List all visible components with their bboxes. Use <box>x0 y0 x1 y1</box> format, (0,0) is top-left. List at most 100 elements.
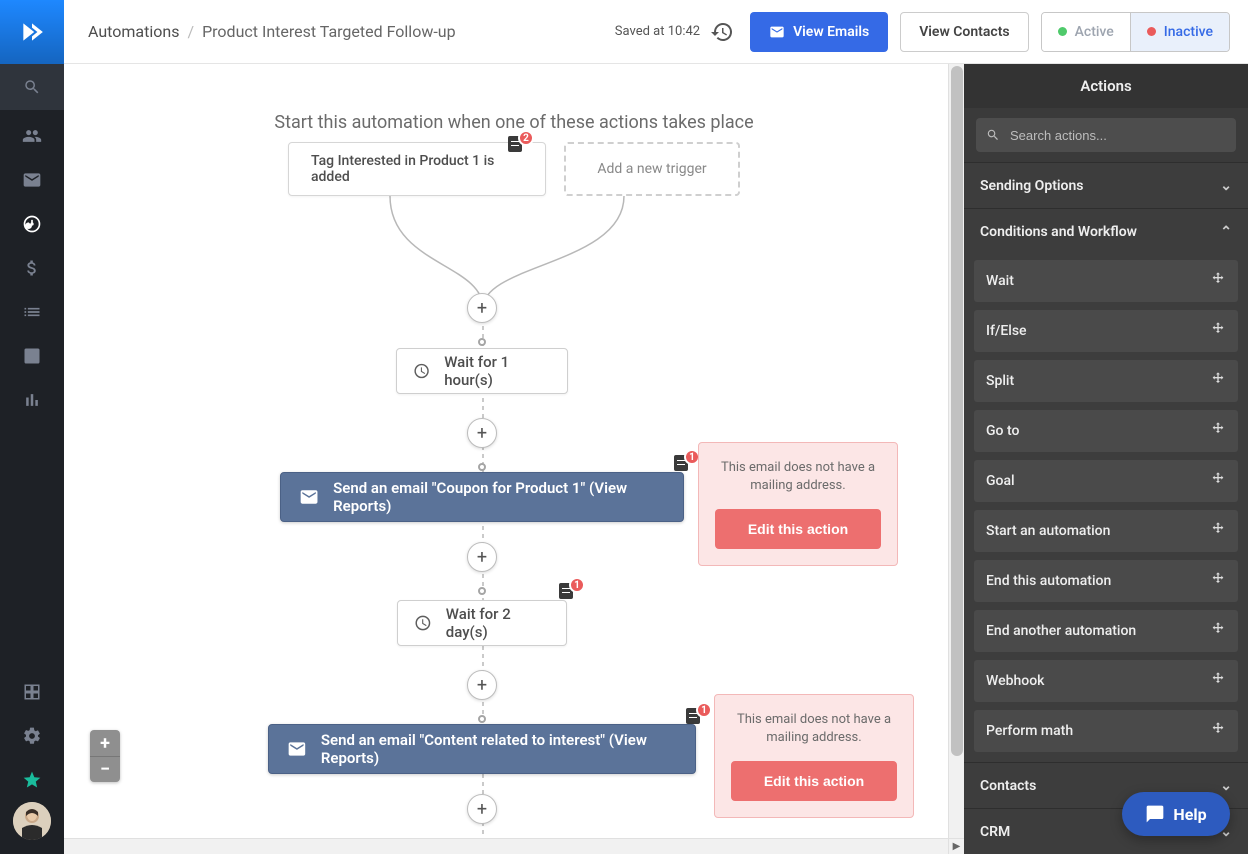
scrollbar-thumb[interactable] <box>951 66 963 756</box>
add-step-button[interactable]: + <box>467 418 497 448</box>
actions-search-input[interactable] <box>1008 127 1226 144</box>
scroll-right-arrow[interactable]: ▶ <box>948 838 964 854</box>
add-step-button[interactable]: + <box>467 670 497 700</box>
drag-handle-icon[interactable] <box>1210 421 1226 441</box>
action-item[interactable]: Goal <box>974 460 1238 502</box>
drag-handle-icon[interactable] <box>1210 271 1226 291</box>
nav-star-icon[interactable] <box>0 758 64 802</box>
clock-icon <box>413 361 430 381</box>
action-item[interactable]: End another automation <box>974 610 1238 652</box>
view-contacts-button[interactable]: View Contacts <box>900 12 1028 52</box>
nav-reports-icon[interactable] <box>0 378 64 422</box>
connector-dot <box>478 715 486 723</box>
history-icon[interactable] <box>710 20 734 44</box>
action-item-label: Webhook <box>986 673 1044 689</box>
zoom-in-button[interactable]: + <box>90 730 120 756</box>
search-icon <box>986 128 1000 142</box>
drag-handle-icon[interactable] <box>1210 471 1226 491</box>
nav-deals-icon[interactable] <box>0 246 64 290</box>
drag-handle-icon[interactable] <box>1210 721 1226 741</box>
action-item[interactable]: Go to <box>974 410 1238 452</box>
add-step-button[interactable]: + <box>467 542 497 572</box>
section-conditions-workflow[interactable]: Conditions and Workflow ⌃ <box>964 208 1248 254</box>
action-item[interactable]: Webhook <box>974 660 1238 702</box>
warning-message: This email does not have a mailing addre… <box>731 711 897 747</box>
status-active-button[interactable]: Active <box>1042 13 1130 51</box>
action-item-label: Start an automation <box>986 523 1110 539</box>
wait-step-1[interactable]: Wait for 1 hour(s) <box>396 348 568 394</box>
drag-handle-icon[interactable] <box>1210 321 1226 341</box>
top-header: Automations / Product Interest Targeted … <box>64 0 1248 64</box>
action-item[interactable]: Split <box>974 360 1238 402</box>
section-sending-options[interactable]: Sending Options ⌄ <box>964 162 1248 208</box>
action-item-label: Wait <box>986 273 1014 289</box>
nav-apps-icon[interactable] <box>0 670 64 714</box>
chevron-down-icon: ⌄ <box>1220 778 1232 794</box>
edit-action-button[interactable]: Edit this action <box>731 761 897 801</box>
breadcrumb: Automations / Product Interest Targeted … <box>88 22 456 41</box>
automation-canvas[interactable]: Start this automation when one of these … <box>64 64 964 854</box>
connector-dot <box>478 338 486 346</box>
nav-contacts-icon[interactable] <box>0 114 64 158</box>
drag-handle-icon[interactable] <box>1210 371 1226 391</box>
nav-search-icon[interactable] <box>0 64 64 110</box>
action-item-label: Goal <box>986 473 1015 489</box>
saved-timestamp: Saved at 10:42 <box>615 24 700 39</box>
action-item-label: Perform math <box>986 723 1073 739</box>
action-item-label: End this automation <box>986 573 1111 589</box>
view-emails-button[interactable]: View Emails <box>750 12 888 52</box>
actions-panel: Actions Sending Options ⌄ Conditions and… <box>964 64 1248 854</box>
clock-icon <box>414 613 432 633</box>
help-button[interactable]: Help <box>1122 792 1230 836</box>
canvas-scrollbar-horizontal[interactable]: ▶ <box>64 838 948 854</box>
action-item[interactable]: Start an automation <box>974 510 1238 552</box>
drag-handle-icon[interactable] <box>1210 571 1226 591</box>
canvas-scrollbar-vertical[interactable] <box>948 64 964 854</box>
nav-automations-icon[interactable] <box>0 202 64 246</box>
email-1-warning-popover: This email does not have a mailing addre… <box>698 442 898 566</box>
email-icon <box>287 738 307 760</box>
action-item[interactable]: End this automation <box>974 560 1238 602</box>
email-step-2[interactable]: Send an email "Content related to intere… <box>268 724 696 774</box>
status-inactive-button[interactable]: Inactive <box>1130 13 1229 51</box>
breadcrumb-current: Product Interest Targeted Follow-up <box>202 22 456 41</box>
trigger-note-badge[interactable]: 2 <box>508 134 530 156</box>
breadcrumb-root[interactable]: Automations <box>88 22 179 41</box>
connector-dot <box>478 463 486 471</box>
action-item[interactable]: If/Else <box>974 310 1238 352</box>
add-trigger-card[interactable]: Add a new trigger <box>564 142 740 196</box>
warning-message: This email does not have a mailing addre… <box>715 459 881 495</box>
nav-campaigns-icon[interactable] <box>0 158 64 202</box>
drag-handle-icon[interactable] <box>1210 671 1226 691</box>
status-toggle: Active Inactive <box>1041 12 1230 52</box>
action-item-label: Go to <box>986 423 1019 439</box>
action-item-label: End another automation <box>986 623 1136 639</box>
conditions-body: Wait If/Else Split Go to Goal Start an automa… <box>964 254 1248 762</box>
add-step-button[interactable]: + <box>467 293 497 323</box>
user-avatar[interactable] <box>13 802 51 840</box>
connector-dot <box>478 587 486 595</box>
chevron-up-icon: ⌃ <box>1220 224 1232 240</box>
drag-handle-icon[interactable] <box>1210 521 1226 541</box>
action-item-label: If/Else <box>986 323 1027 339</box>
email-2-warning-popover: This email does not have a mailing addre… <box>714 694 914 818</box>
chevron-down-icon: ⌄ <box>1220 178 1232 194</box>
nav-lists-icon[interactable] <box>0 290 64 334</box>
nav-forms-icon[interactable] <box>0 334 64 378</box>
chat-icon <box>1145 804 1165 824</box>
app-logo[interactable] <box>0 0 64 64</box>
action-item[interactable]: Perform math <box>974 710 1238 752</box>
edit-action-button[interactable]: Edit this action <box>715 509 881 549</box>
email-icon <box>299 486 319 508</box>
add-step-button[interactable]: + <box>467 794 497 824</box>
drag-handle-icon[interactable] <box>1210 621 1226 641</box>
email-step-1[interactable]: Send an email "Coupon for Product 1" (Vi… <box>280 472 684 522</box>
nav-settings-icon[interactable] <box>0 714 64 758</box>
status-dot-inactive <box>1147 27 1156 36</box>
wait-step-2[interactable]: Wait for 2 day(s) <box>397 600 567 646</box>
flow-title: Start this automation when one of these … <box>64 112 964 133</box>
action-item[interactable]: Wait <box>974 260 1238 302</box>
action-item-label: Split <box>986 373 1014 389</box>
actions-panel-title: Actions <box>964 64 1248 108</box>
zoom-out-button[interactable]: − <box>90 756 120 782</box>
